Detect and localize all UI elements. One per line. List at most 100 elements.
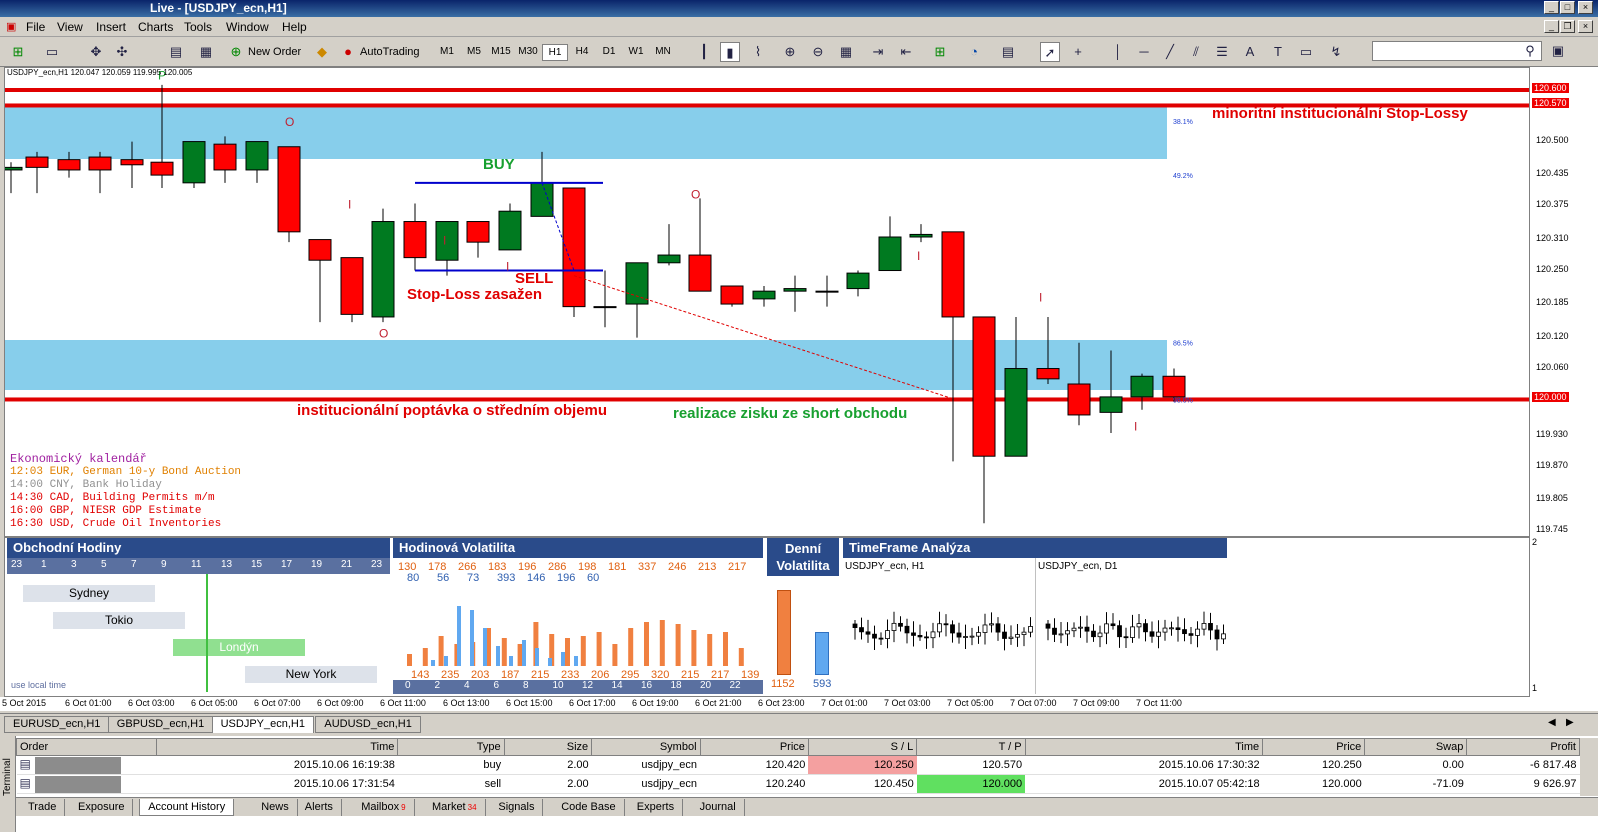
timeframe-d1[interactable]: D1 [596,44,622,61]
use-local-time[interactable]: use local time [11,680,66,690]
metaeditor-icon[interactable]: ◆ [312,42,332,62]
tile-icon[interactable]: ▦ [836,42,856,62]
timeframe-h1[interactable]: H1 [542,44,568,61]
community-icon[interactable]: ▣ [1548,41,1568,61]
mini-candle [1201,623,1207,630]
minimize-button[interactable]: _ [1544,1,1559,14]
terminal-tab-account-history[interactable]: Account History [139,799,235,816]
templates-icon[interactable]: ▤ [998,42,1018,62]
trendline-icon[interactable]: ╱ [1160,42,1180,62]
timeframe-h4[interactable]: H4 [569,44,595,61]
col-order[interactable]: Order [16,738,157,756]
level-marker: I [1134,419,1137,433]
autotrading-button[interactable]: AutoTrading [360,43,420,61]
channel-icon[interactable]: ⫽ [1186,42,1206,62]
new-order-button[interactable]: New Order [248,43,301,61]
col-profit[interactable]: Profit [1466,738,1580,756]
move-icon[interactable]: ✣ [112,42,132,62]
terminal-tab-trade[interactable]: Trade [20,799,66,816]
child-restore-button[interactable]: ❐ [1560,20,1575,33]
tabs-scroll-right-icon[interactable]: ▶ [1566,717,1574,728]
cell-type: buy [397,755,505,775]
terminal-tab-journal[interactable]: Journal [692,799,745,816]
chart-shift-icon[interactable]: ⇤ [896,42,916,62]
timeframe-m30[interactable]: M30 [515,44,541,61]
periods-icon[interactable]: ◔ [964,42,984,62]
child-close-button[interactable]: × [1578,20,1593,33]
search-input[interactable] [1372,41,1542,61]
menu-window[interactable]: Window [226,20,269,34]
chart-tab[interactable]: AUDUSD_ecn,H1 [315,716,421,733]
session-london: Londýn [173,639,305,656]
maximize-button[interactable]: □ [1560,1,1575,14]
rectangle-icon[interactable]: ▭ [1296,42,1316,62]
mini-candle [1015,634,1020,638]
col-open-price[interactable]: Price [699,738,809,756]
mini-candle [1091,630,1096,638]
col-symbol[interactable]: Symbol [591,738,701,756]
terminal-tab-news[interactable]: News [253,799,298,816]
menu-file[interactable]: File [26,20,45,34]
candles-icon[interactable]: ▮ [720,42,740,62]
mini-candle [852,623,858,628]
price-chart[interactable]: P O O O I I I I I I 38.1% 49.2% 86.5% 98.0% USDJPY_ec… [4,67,1530,537]
terminal-tab-signals[interactable]: Signals [490,799,544,816]
tabs-scroll-left-icon[interactable]: ◀ [1548,717,1556,728]
terminal-icon[interactable]: ▦ [196,42,216,62]
terminal-tab-experts[interactable]: Experts [629,799,684,816]
hour-tick: 9 [161,559,167,570]
terminal-tab-mailbox[interactable]: Mailbox 9 [353,799,415,816]
timeframe-m15[interactable]: M15 [488,44,514,61]
zoom-in-icon[interactable]: ⊕ [780,42,800,62]
terminal-tab-market[interactable]: Market 34 [424,799,486,816]
profiles-icon[interactable]: ▭ [42,42,62,62]
terminal-tab-code-base[interactable]: Code Base [553,799,625,816]
terminal-tab-alerts[interactable]: Alerts [297,799,342,816]
menu-tools[interactable]: Tools [184,20,212,34]
menu-insert[interactable]: Insert [96,20,126,34]
menu-help[interactable]: Help [282,20,307,34]
col-open-time[interactable]: Time [155,738,399,756]
cell-type: sell [397,774,505,794]
bar-chart-icon[interactable]: ┃ [694,42,714,62]
timeframe-m1[interactable]: M1 [434,44,460,61]
text-icon[interactable]: A [1240,42,1260,62]
label-icon[interactable]: T [1268,42,1288,62]
col-close-price[interactable]: Price [1262,738,1366,756]
fibo-icon[interactable]: ☰ [1212,42,1232,62]
navigator-icon[interactable]: ▤ [166,42,186,62]
horizontal-line-icon[interactable]: ─ [1134,42,1154,62]
col-size[interactable]: Size [503,738,593,756]
terminal-tab-exposure[interactable]: Exposure [70,799,134,816]
menu-charts[interactable]: Charts [138,20,173,34]
vertical-line-icon[interactable]: │ [1108,42,1128,62]
search-icon[interactable]: ⚲ [1520,41,1540,61]
menu-view[interactable]: View [57,20,83,34]
crosshair-icon[interactable]: ✥ [86,42,106,62]
child-minimize-button[interactable]: _ [1544,20,1559,33]
col-sl[interactable]: S / L [807,738,918,756]
zoom-out-icon[interactable]: ⊖ [808,42,828,62]
col-tp[interactable]: T / P [916,738,1026,756]
col-close-time[interactable]: Time [1024,738,1264,756]
arrows-icon[interactable]: ↯ [1326,42,1346,62]
vertical-scrollbar[interactable] [1580,738,1598,796]
indicators-icon[interactable]: ⊞ [930,42,950,62]
col-swap[interactable]: Swap [1364,738,1468,756]
chart-tab[interactable]: GBPUSD_ecn,H1 [107,716,214,733]
chart-tab[interactable]: EURUSD_ecn,H1 [4,716,110,733]
autoscroll-icon[interactable]: ⇥ [868,42,888,62]
chart-tab[interactable]: USDJPY_ecn,H1 [211,716,314,733]
line-chart-icon[interactable]: ⌇ [748,42,768,62]
new-chart-icon[interactable]: ⊞ [8,42,28,62]
crosshair-tool-icon[interactable]: + [1068,42,1088,62]
timeframe-m5[interactable]: M5 [461,44,487,61]
table-row[interactable]: ▤ 2015.10.06 16:19:38 buy 2.00 usdjpy_ecn 120… [16,755,1580,775]
trading-hours-panel: Obchodní Hodiny 23 1 3 5 7 9 11 13 15 17 19 21 23 Sy… [7,538,390,694]
close-button[interactable]: × [1578,1,1593,14]
table-row[interactable]: ▤ 2015.10.06 17:31:54 sell 2.00 usdjpy_ecn 12… [16,774,1580,794]
timeframe-mn[interactable]: MN [650,44,676,61]
cursor-icon[interactable]: ➚ [1040,42,1060,62]
timeframe-w1[interactable]: W1 [623,44,649,61]
col-type[interactable]: Type [397,738,505,756]
